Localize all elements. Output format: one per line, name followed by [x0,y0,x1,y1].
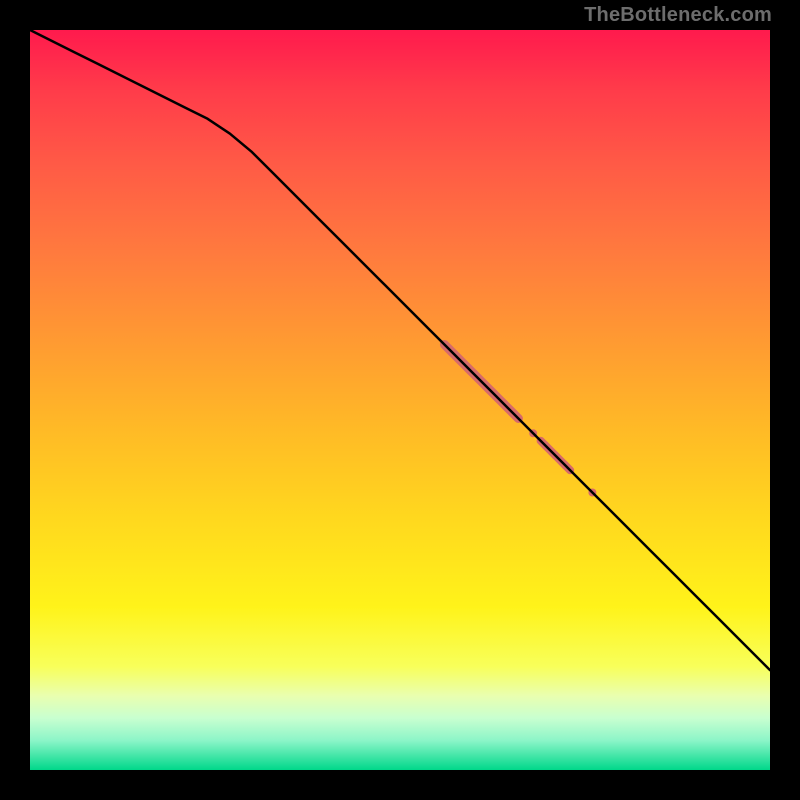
chart-container: { "watermark": "TheBottleneck.com", "col… [0,0,800,800]
plot-area [30,30,770,770]
watermark-text: TheBottleneck.com [584,4,772,27]
